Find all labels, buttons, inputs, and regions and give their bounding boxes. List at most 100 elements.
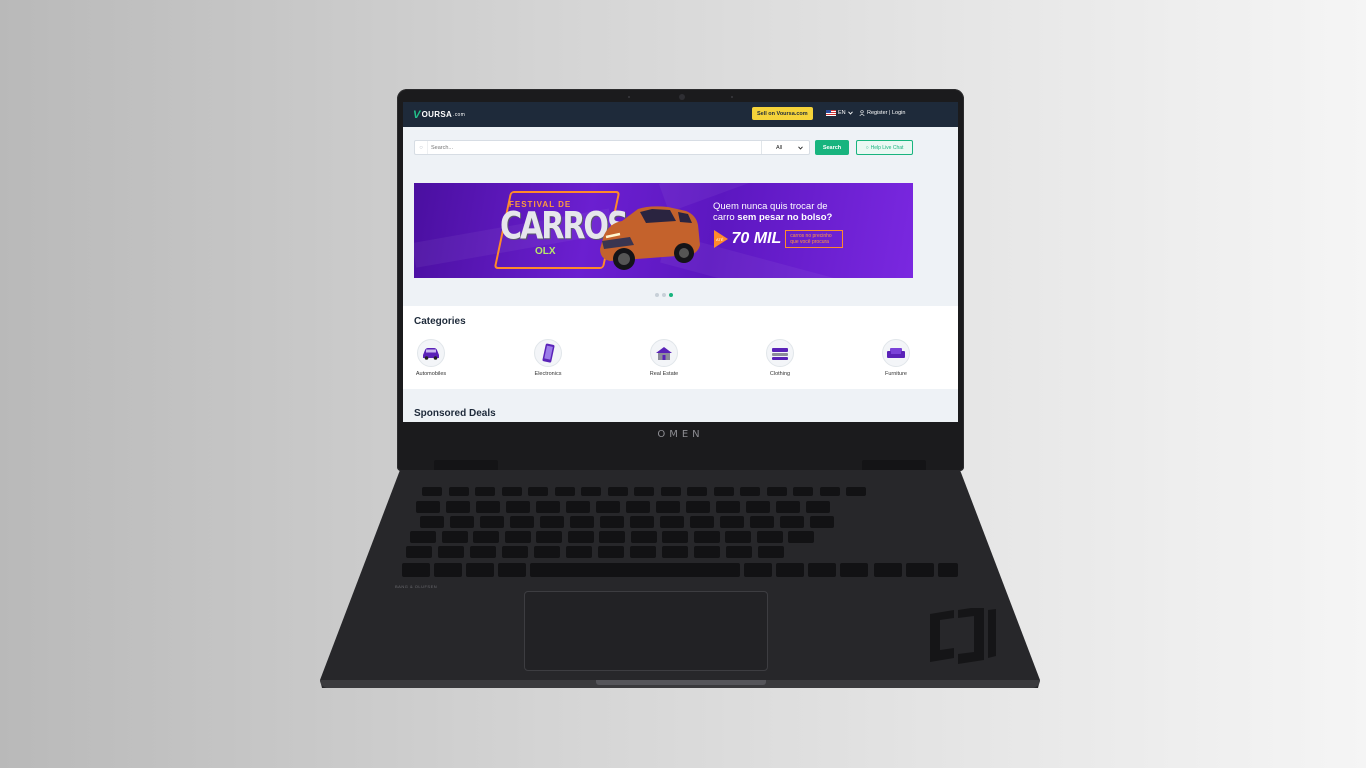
touchpad[interactable] (524, 591, 768, 671)
category-automobiles[interactable]: Automobiles (403, 339, 461, 377)
keyboard-key[interactable] (656, 501, 680, 513)
keyboard-key[interactable] (840, 563, 868, 577)
keyboard-key[interactable] (693, 531, 720, 543)
category-real-estate[interactable]: Real Estate (634, 339, 694, 377)
keyboard-key[interactable] (446, 501, 470, 513)
keyboard-key[interactable] (660, 516, 684, 528)
keyboard-key[interactable] (416, 501, 440, 513)
carousel-dot-active[interactable] (669, 293, 673, 297)
keyboard-key[interactable] (690, 516, 714, 528)
keyboard-key[interactable] (448, 487, 469, 496)
keyboard-key[interactable] (502, 546, 528, 558)
keyboard-key[interactable] (630, 531, 657, 543)
carousel-dot[interactable] (655, 293, 659, 297)
keyboard-key[interactable] (662, 531, 688, 543)
promo-banner[interactable]: FESTIVAL DE CARROS OLX Quem nunca quis t… (414, 183, 913, 278)
keyboard-key[interactable] (725, 531, 751, 543)
keyboard-key[interactable] (819, 487, 840, 496)
search-input[interactable] (427, 141, 761, 154)
keyboard-key[interactable] (776, 563, 804, 577)
keyboard-key[interactable] (686, 501, 710, 513)
keyboard-key[interactable] (441, 531, 468, 543)
keyboard-key[interactable] (598, 546, 624, 558)
keyboard-key[interactable] (600, 516, 624, 528)
keyboard-key[interactable] (630, 546, 656, 558)
carousel-dot[interactable] (662, 293, 666, 297)
keyboard-key[interactable] (793, 487, 813, 496)
keyboard-key[interactable] (498, 563, 526, 577)
keyboard-key[interactable] (506, 501, 530, 513)
keyboard-key[interactable] (720, 516, 744, 528)
keyboard-key[interactable] (402, 563, 430, 577)
keyboard-key[interactable] (808, 563, 836, 577)
keyboard-key[interactable] (660, 487, 681, 496)
keyboard-key[interactable] (510, 516, 534, 528)
keyboard-key[interactable] (528, 487, 548, 496)
keyboard-key[interactable] (473, 531, 499, 543)
keyboard-key[interactable] (476, 501, 500, 513)
keyboard-key[interactable] (713, 487, 734, 496)
keyboard-key[interactable] (450, 516, 474, 528)
live-chat-button[interactable]: ○ Help Live Chat (856, 140, 913, 155)
keyboard-key[interactable] (554, 487, 575, 496)
keyboard-key[interactable] (534, 546, 560, 558)
keyboard-key[interactable] (810, 516, 834, 528)
keyboard-key[interactable] (746, 501, 770, 513)
keyboard-key[interactable] (687, 487, 707, 496)
keyboard-key[interactable] (422, 487, 442, 496)
keyboard-key[interactable] (716, 501, 740, 513)
keyboard-key[interactable] (766, 487, 787, 496)
keyboard-key[interactable] (626, 501, 650, 513)
keyboard-key[interactable] (694, 546, 720, 558)
keyboard-key[interactable] (780, 516, 804, 528)
keyboard-key[interactable] (406, 546, 432, 558)
keyboard-key[interactable] (540, 516, 564, 528)
keyboard-key[interactable] (567, 531, 594, 543)
keyboard-key[interactable] (874, 563, 902, 577)
keyboard-key[interactable] (634, 487, 654, 496)
keyboard-key[interactable] (566, 501, 590, 513)
keyboard-key[interactable] (410, 531, 436, 543)
site-logo[interactable]: V OURSA .com (413, 109, 465, 121)
keyboard-key[interactable] (504, 531, 531, 543)
keyboard-key[interactable] (758, 546, 784, 558)
keyboard-key[interactable] (466, 563, 494, 577)
keyboard-key[interactable] (599, 531, 625, 543)
category-clothing[interactable]: Clothing (750, 339, 810, 377)
keyboard-key[interactable] (726, 546, 752, 558)
keyboard-key[interactable] (480, 516, 504, 528)
keyboard-key[interactable] (434, 563, 462, 577)
keyboard-key[interactable] (756, 531, 783, 543)
keyboard-key[interactable] (806, 501, 830, 513)
keyboard-key[interactable] (744, 563, 772, 577)
keyboard-key[interactable] (470, 546, 496, 558)
keyboard-key[interactable] (536, 531, 562, 543)
keyboard-key[interactable] (846, 487, 866, 496)
keyboard-key[interactable] (420, 516, 444, 528)
keyboard-key[interactable] (596, 501, 620, 513)
keyboard-key[interactable] (788, 531, 814, 543)
keyboard-key[interactable] (750, 516, 774, 528)
keyboard-key[interactable] (566, 546, 592, 558)
category-furniture[interactable]: Furniture (866, 339, 926, 377)
sell-button[interactable]: Sell on Voursa.com (752, 107, 813, 120)
keyboard-key[interactable] (536, 501, 560, 513)
category-electronics[interactable]: Electronics (518, 339, 578, 377)
keyboard-key[interactable] (475, 487, 495, 496)
keyboard-key[interactable] (581, 487, 601, 496)
language-selector[interactable]: EN (826, 110, 853, 116)
keyboard-key[interactable] (776, 501, 800, 513)
keyboard-key[interactable] (630, 516, 654, 528)
keyboard-key[interactable] (607, 487, 628, 496)
keyboard-key[interactable] (501, 487, 522, 496)
keyboard-key[interactable] (740, 487, 760, 496)
keyboard-key[interactable] (438, 546, 464, 558)
category-dropdown[interactable]: All (761, 141, 809, 154)
search-button[interactable]: Search (815, 140, 849, 155)
spacebar-key[interactable] (530, 563, 740, 577)
keyboard-key[interactable] (662, 546, 688, 558)
keyboard-key[interactable] (906, 563, 934, 577)
keyboard-key[interactable] (570, 516, 594, 528)
keyboard-key[interactable] (938, 563, 958, 577)
account-link[interactable]: Register | Login (859, 110, 905, 116)
